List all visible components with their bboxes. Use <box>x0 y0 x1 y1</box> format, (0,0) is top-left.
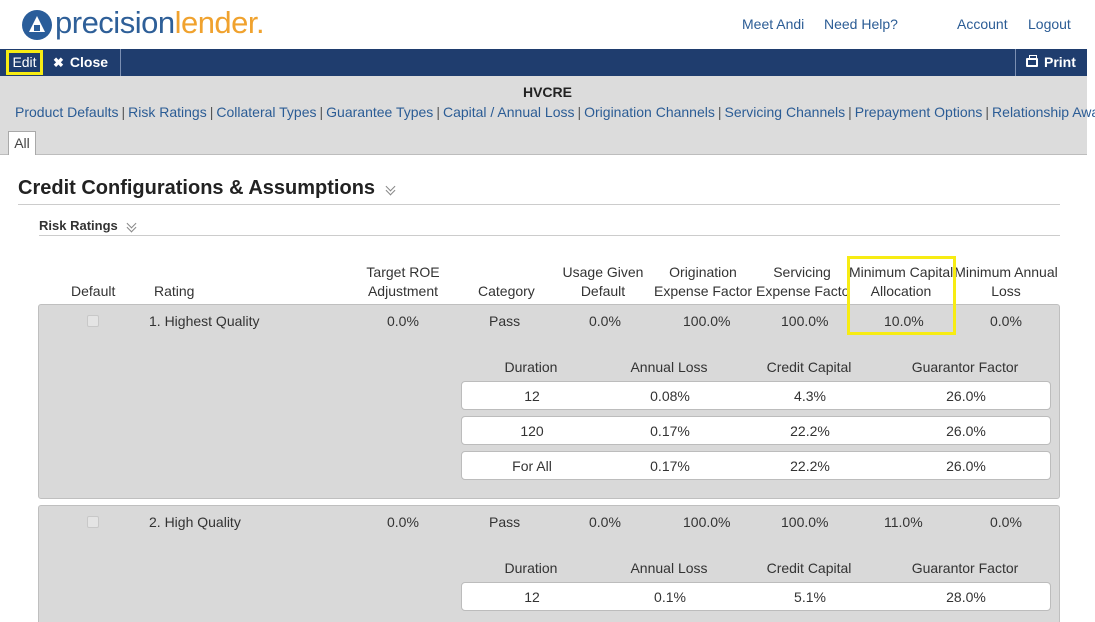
sub-col-credit-capital: Credit Capital <box>766 560 852 576</box>
col-origination-expense: Origination Expense Factor <box>654 264 753 299</box>
min-capital-value: 11.0% <box>884 514 923 530</box>
sub-col-duration: Duration <box>504 560 558 576</box>
precisionlender-logo[interactable]: precisionlender. <box>22 6 265 40</box>
logo-mark-icon <box>22 10 52 40</box>
subnav-collateral-types[interactable]: Collateral Types <box>216 104 316 120</box>
usage-value: 0.0% <box>589 313 621 329</box>
col-usage-given-default: Usage Given Default <box>562 264 644 299</box>
subnav-prepayment-options[interactable]: Prepayment Options <box>855 104 983 120</box>
origination-value: 100.0% <box>683 313 731 329</box>
subnav-relationship-awareness[interactable]: Relationship Awareness <box>992 104 1095 120</box>
sub-col-guarantor-factor: Guarantor Factor <box>911 359 1019 375</box>
subsection-title: Risk Ratings <box>39 218 118 233</box>
col-servicing-expense: Servicing Expense Factor <box>756 264 848 299</box>
subnav-capital-annual-loss[interactable]: Capital / Annual Loss <box>443 104 575 120</box>
usage-value: 0.0% <box>589 514 621 530</box>
target-roe-value: 0.0% <box>387 514 419 530</box>
logout-link[interactable]: Logout <box>1028 16 1071 32</box>
table-row[interactable]: 120 0.17% 22.2% 26.0% <box>461 416 1051 445</box>
product-title: HVCRE <box>522 84 572 100</box>
print-button[interactable]: Print <box>1015 49 1087 76</box>
col-rating: Rating <box>154 283 195 299</box>
sub-col-guarantor-factor: Guarantor Factor <box>911 560 1019 576</box>
section-title: Credit Configurations & Assumptions <box>18 177 376 199</box>
subnav-risk-ratings[interactable]: Risk Ratings <box>128 104 207 120</box>
rating-name: 2. High Quality <box>149 514 241 530</box>
top-header: precisionlender. Meet Andi Need Help? Ac… <box>0 0 1095 49</box>
category-value: Pass <box>489 514 521 530</box>
col-target-roe: Target ROE Adjustment <box>366 264 440 299</box>
product-band: HVCRE Product Defaults | Risk Ratings | Coll… <box>0 76 1095 155</box>
divider <box>39 235 1060 236</box>
servicing-value: 100.0% <box>781 514 829 530</box>
min-loss-value: 0.0% <box>990 514 1022 530</box>
subnav-product-defaults[interactable]: Product Defaults <box>15 104 119 120</box>
need-help-link[interactable]: Need Help? <box>824 16 898 32</box>
col-category: Category <box>478 283 535 299</box>
tab-all[interactable]: All <box>8 131 36 155</box>
origination-value: 100.0% <box>683 514 731 530</box>
category-value: Pass <box>489 313 521 329</box>
meet-andi-link[interactable]: Meet Andi <box>742 16 804 32</box>
table-row[interactable]: 12 0.08% 4.3% 26.0% <box>461 381 1051 410</box>
sub-col-credit-capital: Credit Capital <box>766 359 852 375</box>
default-checkbox[interactable] <box>87 516 99 528</box>
highlight-box <box>847 256 956 335</box>
subnav-servicing-channels[interactable]: Servicing Channels <box>725 104 846 120</box>
col-default: Default <box>71 283 116 299</box>
collapse-chevron-icon[interactable] <box>385 183 397 195</box>
sub-col-annual-loss: Annual Loss <box>630 560 708 576</box>
default-checkbox[interactable] <box>87 315 99 327</box>
close-button[interactable]: ✖ Close <box>45 49 121 76</box>
collapse-chevron-icon[interactable] <box>126 220 138 232</box>
close-icon: ✖ <box>53 55 64 70</box>
table-row[interactable]: 12 0.1% 5.1% 28.0% <box>461 582 1051 611</box>
rating-panel: 2. High Quality 0.0% Pass 0.0% 100.0% 10… <box>38 505 1060 622</box>
rating-name: 1. Highest Quality <box>149 313 260 329</box>
edit-button[interactable]: Edit <box>6 50 43 75</box>
sub-col-duration: Duration <box>504 359 558 375</box>
subnav-origination-channels[interactable]: Origination Channels <box>584 104 715 120</box>
subnav-guarantee-types[interactable]: Guarantee Types <box>326 104 433 120</box>
account-link[interactable]: Account <box>957 16 1008 32</box>
col-minimum-annual-loss: Minimum Annual Loss <box>954 264 1058 299</box>
sub-col-annual-loss: Annual Loss <box>630 359 708 375</box>
toolbar: Edit ✖ Close Print <box>0 49 1087 76</box>
target-roe-value: 0.0% <box>387 313 419 329</box>
sub-navigation: Product Defaults | Risk Ratings | Collateral… <box>15 104 1095 120</box>
printer-icon <box>1026 55 1038 67</box>
table-row[interactable]: For All 0.17% 22.2% 26.0% <box>461 451 1051 480</box>
divider <box>18 204 1060 205</box>
min-loss-value: 0.0% <box>990 313 1022 329</box>
servicing-value: 100.0% <box>781 313 829 329</box>
